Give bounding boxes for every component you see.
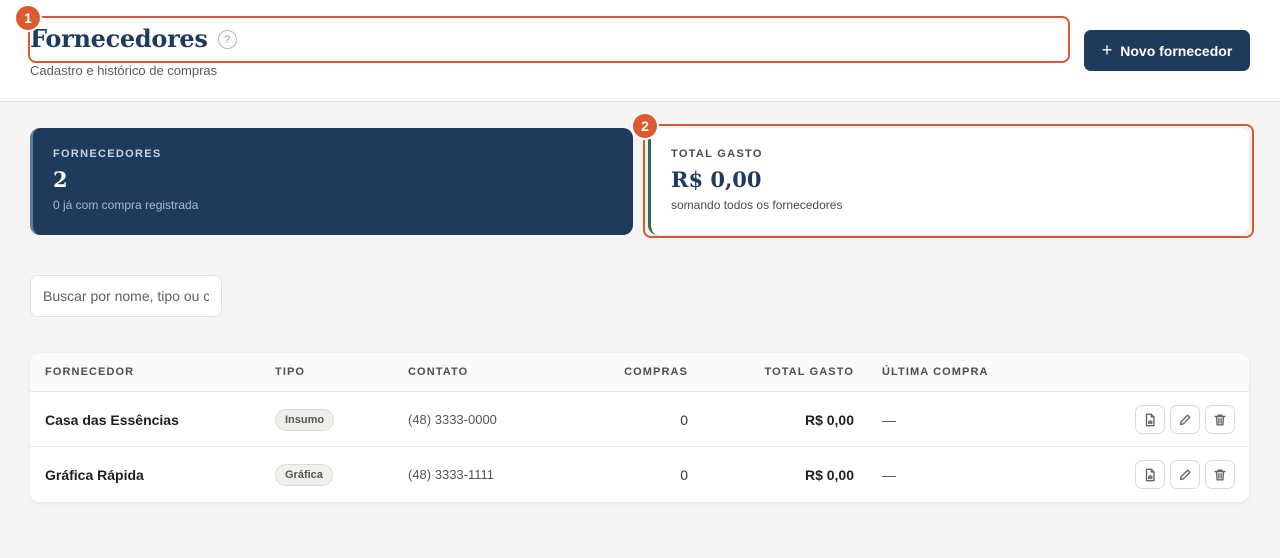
suppliers-stat-card: FORNECEDORES 2 0 já com compra registrad… <box>30 128 633 235</box>
page-subtitle: Cadastro e histórico de compras <box>30 63 218 78</box>
new-supplier-button[interactable]: + Novo fornecedor <box>1084 30 1250 71</box>
supplier-contact: (48) 3333-0000 <box>408 412 497 427</box>
delete-icon <box>1214 413 1226 426</box>
delete-button[interactable] <box>1205 460 1235 489</box>
supplier-contact: (48) 3333-1111 <box>408 467 495 482</box>
table-header: FORNECEDOR TIPO CONTATO COMPRAS TOTAL GA… <box>30 353 1249 392</box>
report-icon <box>1145 413 1155 426</box>
table-row[interactable]: Casa das Essências Insumo (48) 3333-0000… <box>30 392 1249 447</box>
supplier-purchases: 0 <box>680 466 688 483</box>
stat-note: 0 já com compra registrada <box>53 198 199 212</box>
report-icon <box>1145 468 1155 481</box>
supplier-last-purchase: — <box>882 466 896 483</box>
column-header-ultima-compra[interactable]: ÚLTIMA COMPRA <box>882 366 989 378</box>
supplier-last-purchase: — <box>882 411 896 428</box>
type-tag: Insumo <box>275 408 335 431</box>
edit-icon <box>1179 468 1191 480</box>
plus-icon: + <box>1101 39 1113 60</box>
column-header-fornecedor[interactable]: FORNECEDOR <box>45 366 134 378</box>
supplier-name: Gráfica Rápida <box>45 466 144 483</box>
supplier-type: Gráfica <box>275 447 333 502</box>
report-button[interactable] <box>1135 405 1165 434</box>
column-header-total-gasto[interactable]: TOTAL GASTO <box>730 366 854 378</box>
new-supplier-button-label: Novo fornecedor <box>1120 42 1233 59</box>
edit-button[interactable] <box>1170 405 1200 434</box>
annotation-highlight-2 <box>643 124 1254 238</box>
search-input[interactable] <box>30 275 222 317</box>
row-actions <box>1135 460 1235 489</box>
column-header-compras[interactable]: COMPRAS <box>590 366 688 378</box>
stat-value: 2 <box>53 167 68 192</box>
stat-label: FORNECEDORES <box>53 148 162 160</box>
report-button[interactable] <box>1135 460 1165 489</box>
column-header-tipo[interactable]: TIPO <box>275 366 305 378</box>
supplier-total-spent: R$ 0,00 <box>804 411 854 428</box>
supplier-name: Casa das Essências <box>45 411 179 428</box>
supplier-purchases: 0 <box>680 411 688 428</box>
table-row[interactable]: Gráfica Rápida Gráfica (48) 3333-1111 0 … <box>30 447 1249 502</box>
delete-button[interactable] <box>1205 405 1235 434</box>
edit-button[interactable] <box>1170 460 1200 489</box>
row-actions <box>1135 405 1235 434</box>
column-header-contato[interactable]: CONTATO <box>408 366 468 378</box>
annotation-highlight-1 <box>28 16 1070 63</box>
suppliers-table: FORNECEDOR TIPO CONTATO COMPRAS TOTAL GA… <box>30 353 1249 502</box>
annotation-badge-2: 2 <box>631 112 659 140</box>
supplier-total-spent: R$ 0,00 <box>804 466 854 483</box>
delete-icon <box>1214 468 1226 481</box>
supplier-type: Insumo <box>275 392 335 447</box>
edit-icon <box>1179 413 1191 425</box>
annotation-badge-1: 1 <box>14 4 42 32</box>
type-tag: Gráfica <box>275 463 333 486</box>
